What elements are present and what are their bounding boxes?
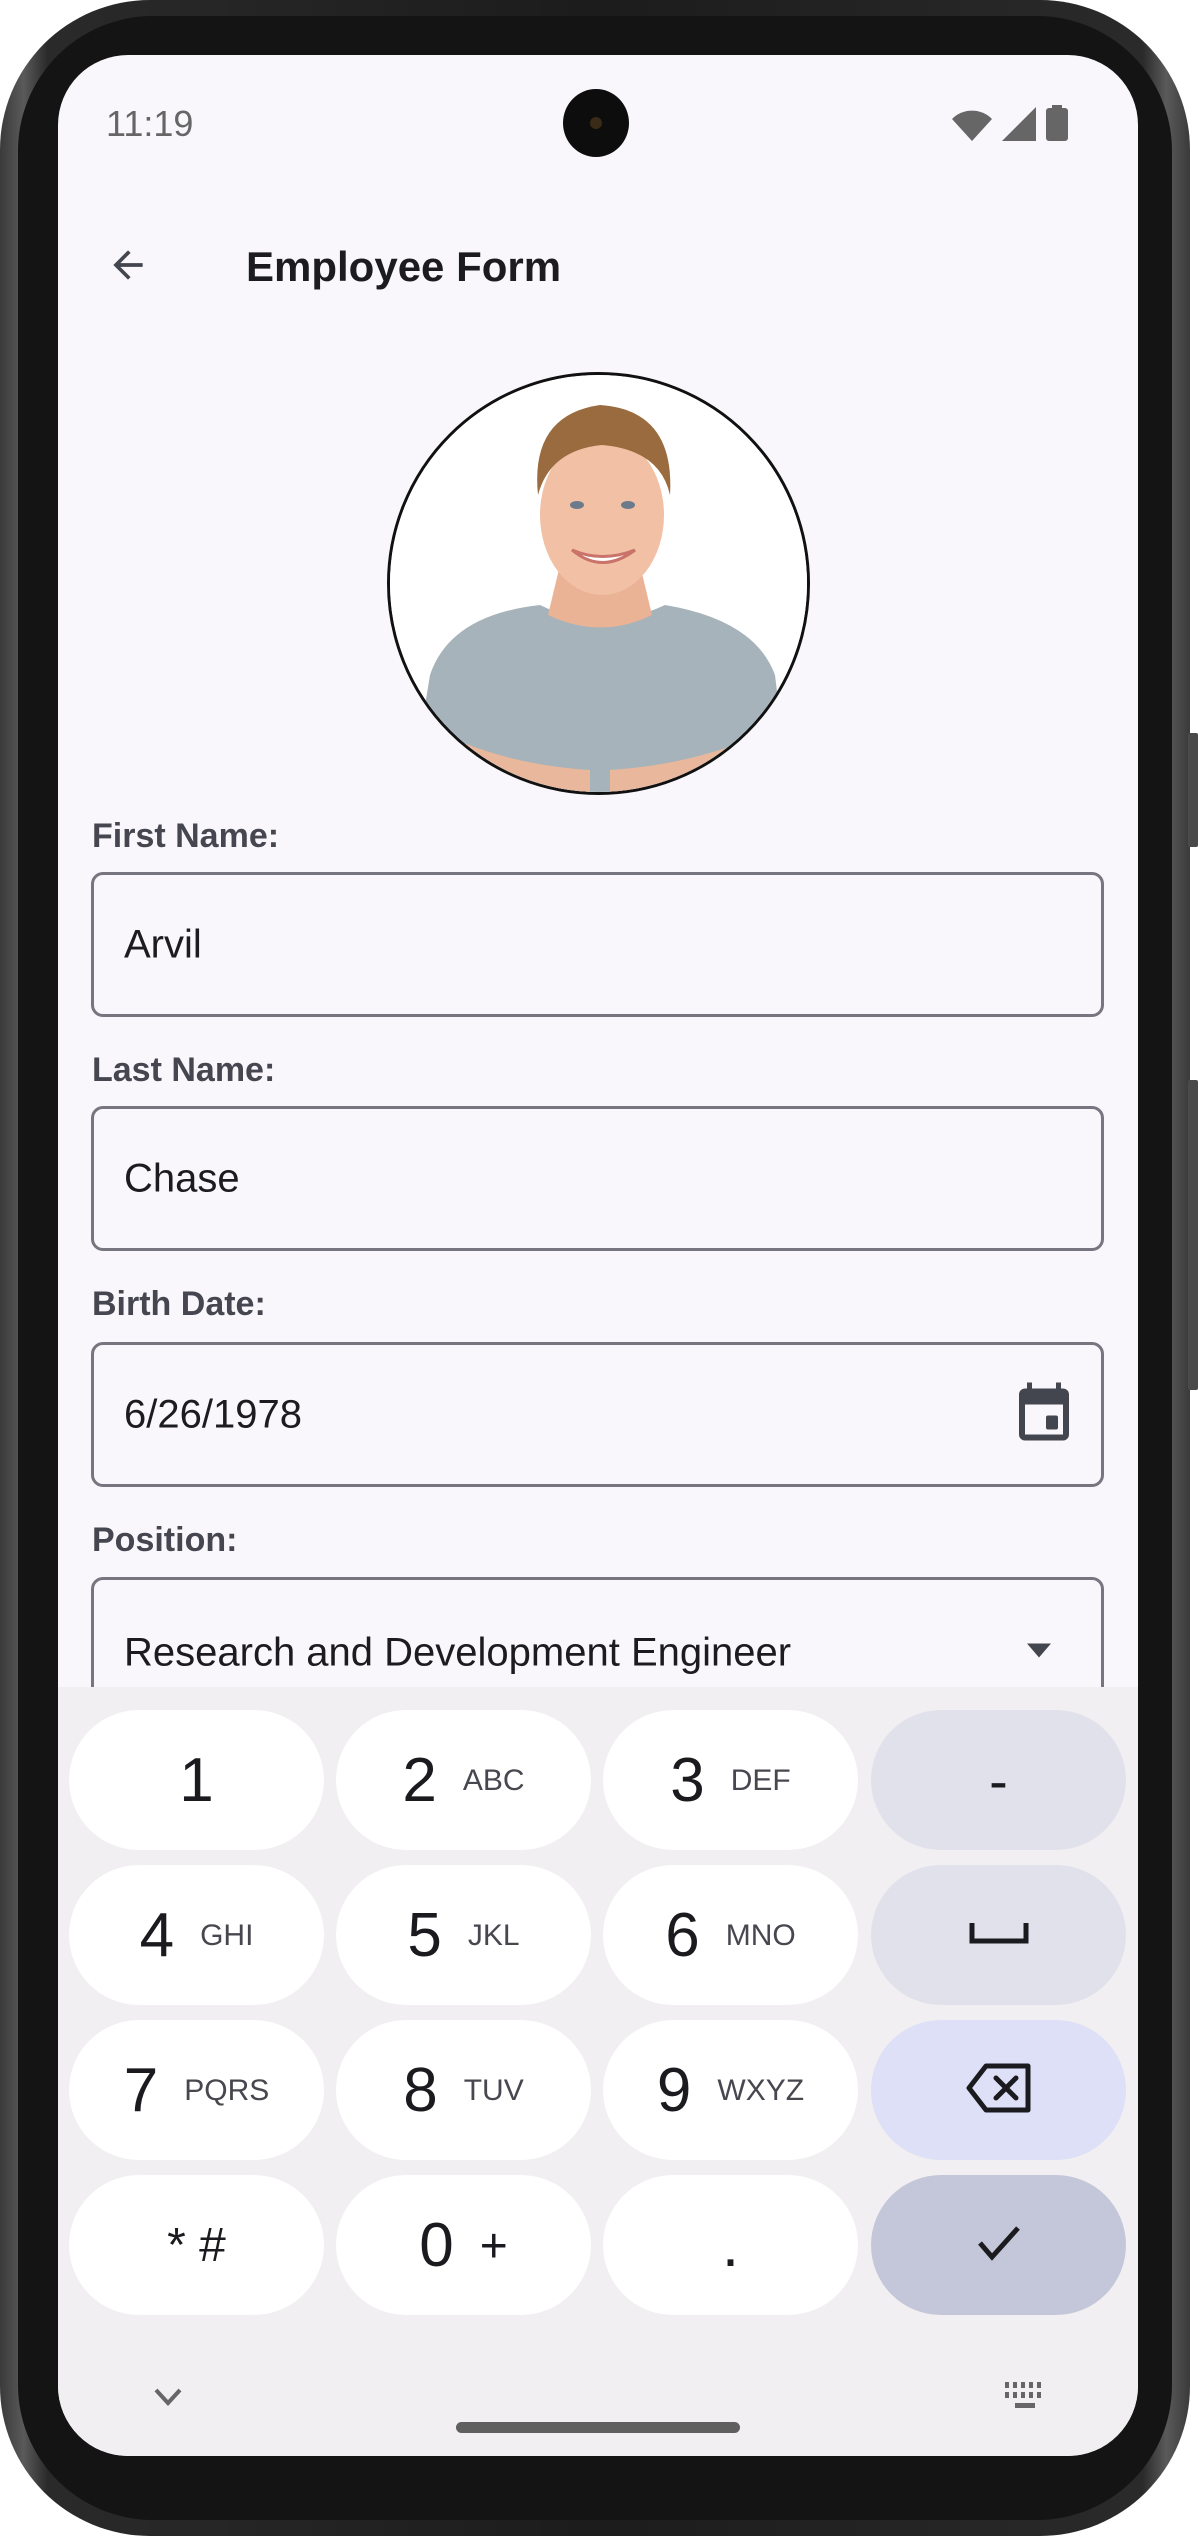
key-digit: 7: [123, 2055, 159, 2125]
key-digit: 9: [656, 2055, 692, 2125]
status-icons: [952, 105, 1068, 141]
first-name-value: Arvil: [124, 922, 202, 966]
birth-date-input[interactable]: 6/26/1978: [91, 1342, 1104, 1487]
switch-keyboard-button[interactable]: [1003, 2380, 1047, 2417]
last-name-label: Last Name:: [92, 1051, 276, 1089]
position-label: Position:: [92, 1521, 238, 1559]
last-name-value: Chase: [124, 1156, 240, 1200]
screen: 11:19 Employee Form First Name: Arvil La…: [58, 55, 1138, 2456]
space-icon: [969, 1921, 1029, 1950]
key-digit: 8: [403, 2055, 438, 2125]
key-2[interactable]: 2 ABC: [336, 1710, 591, 1850]
key-minus[interactable]: -: [871, 1710, 1126, 1850]
key-5[interactable]: 5 JKL: [336, 1865, 591, 2005]
key-7[interactable]: 7 PQRS: [69, 2020, 324, 2160]
home-gesture-bar[interactable]: [456, 2422, 740, 2433]
power-button: [1188, 733, 1198, 847]
first-name-input[interactable]: Arvil: [91, 872, 1104, 1017]
key-letters: ABC: [462, 1764, 525, 1797]
key-check[interactable]: [871, 2175, 1126, 2315]
position-value: Research and Development Engineer: [124, 1630, 792, 1675]
key-digit: 4: [139, 1900, 175, 1970]
key-letters: MNO: [725, 1919, 796, 1952]
key-period[interactable]: .: [603, 2175, 858, 2315]
key-0[interactable]: 0 +: [336, 2175, 591, 2315]
page-title: Employee Form: [246, 243, 562, 290]
key-letters: TUV: [463, 2074, 524, 2107]
backspace-icon: [966, 2063, 1032, 2118]
person-photo-illustration: [390, 375, 807, 792]
key-backspace[interactable]: [871, 2020, 1126, 2160]
key-letters: GHI: [200, 1919, 254, 1952]
key-digit: 2: [402, 1745, 437, 1815]
key-6[interactable]: 6 MNO: [603, 1865, 858, 2005]
key-4[interactable]: 4 GHI: [69, 1865, 324, 2005]
key-3[interactable]: 3 DEF: [603, 1710, 858, 1850]
dropdown-arrow-icon: [1027, 1643, 1051, 1663]
employee-photo[interactable]: [387, 372, 810, 795]
hide-keyboard-button[interactable]: [153, 2387, 183, 2412]
key-digit: 0: [419, 2210, 454, 2280]
key-digit: * #: [167, 2218, 226, 2272]
key-letters: JKL: [467, 1919, 520, 1952]
check-icon: [977, 2225, 1021, 2266]
first-name-label: First Name:: [92, 817, 280, 855]
key-digit: 1: [179, 1745, 214, 1815]
key-letters: PQRS: [184, 2074, 270, 2107]
calendar-icon[interactable]: [1017, 1382, 1071, 1447]
front-camera: [563, 89, 629, 157]
wifi-icon: [952, 110, 992, 141]
chevron-down-icon: [154, 2388, 182, 2406]
key-letters: WXYZ: [717, 2074, 805, 2107]
numeric-keyboard: 1 2 ABC 3 DEF - 4 GHI 5 JKL 6 MNO 7 PQRS 8 TUV 9 WXYZ * # 0…: [58, 1687, 1138, 2456]
cell-signal-icon: [1002, 107, 1036, 141]
arrow-back-icon: [113, 250, 143, 280]
key-1[interactable]: 1: [69, 1710, 324, 1850]
key-digit: 3: [670, 1745, 705, 1815]
volume-button: [1188, 1080, 1198, 1390]
key-8[interactable]: 8 TUV: [336, 2020, 591, 2160]
birth-date-label: Birth Date:: [92, 1285, 266, 1323]
back-button[interactable]: [88, 225, 168, 305]
key-star-hash[interactable]: * #: [69, 2175, 324, 2315]
battery-icon: [1046, 105, 1068, 141]
key-digit: .: [721, 2210, 740, 2280]
key-9[interactable]: 9 WXYZ: [603, 2020, 858, 2160]
key-digit: -: [989, 1748, 1008, 1812]
key-letters: +: [479, 2219, 508, 2273]
key-digit: 6: [665, 1900, 700, 1970]
birth-date-value: 6/26/1978: [124, 1392, 302, 1436]
key-digit: 5: [407, 1900, 442, 1970]
status-time: 11:19: [106, 103, 194, 144]
last-name-input[interactable]: Chase: [91, 1106, 1104, 1251]
key-letters: DEF: [730, 1764, 791, 1797]
key-space[interactable]: [871, 1865, 1126, 2005]
keyboard-switch-icon: [1005, 2382, 1041, 2408]
